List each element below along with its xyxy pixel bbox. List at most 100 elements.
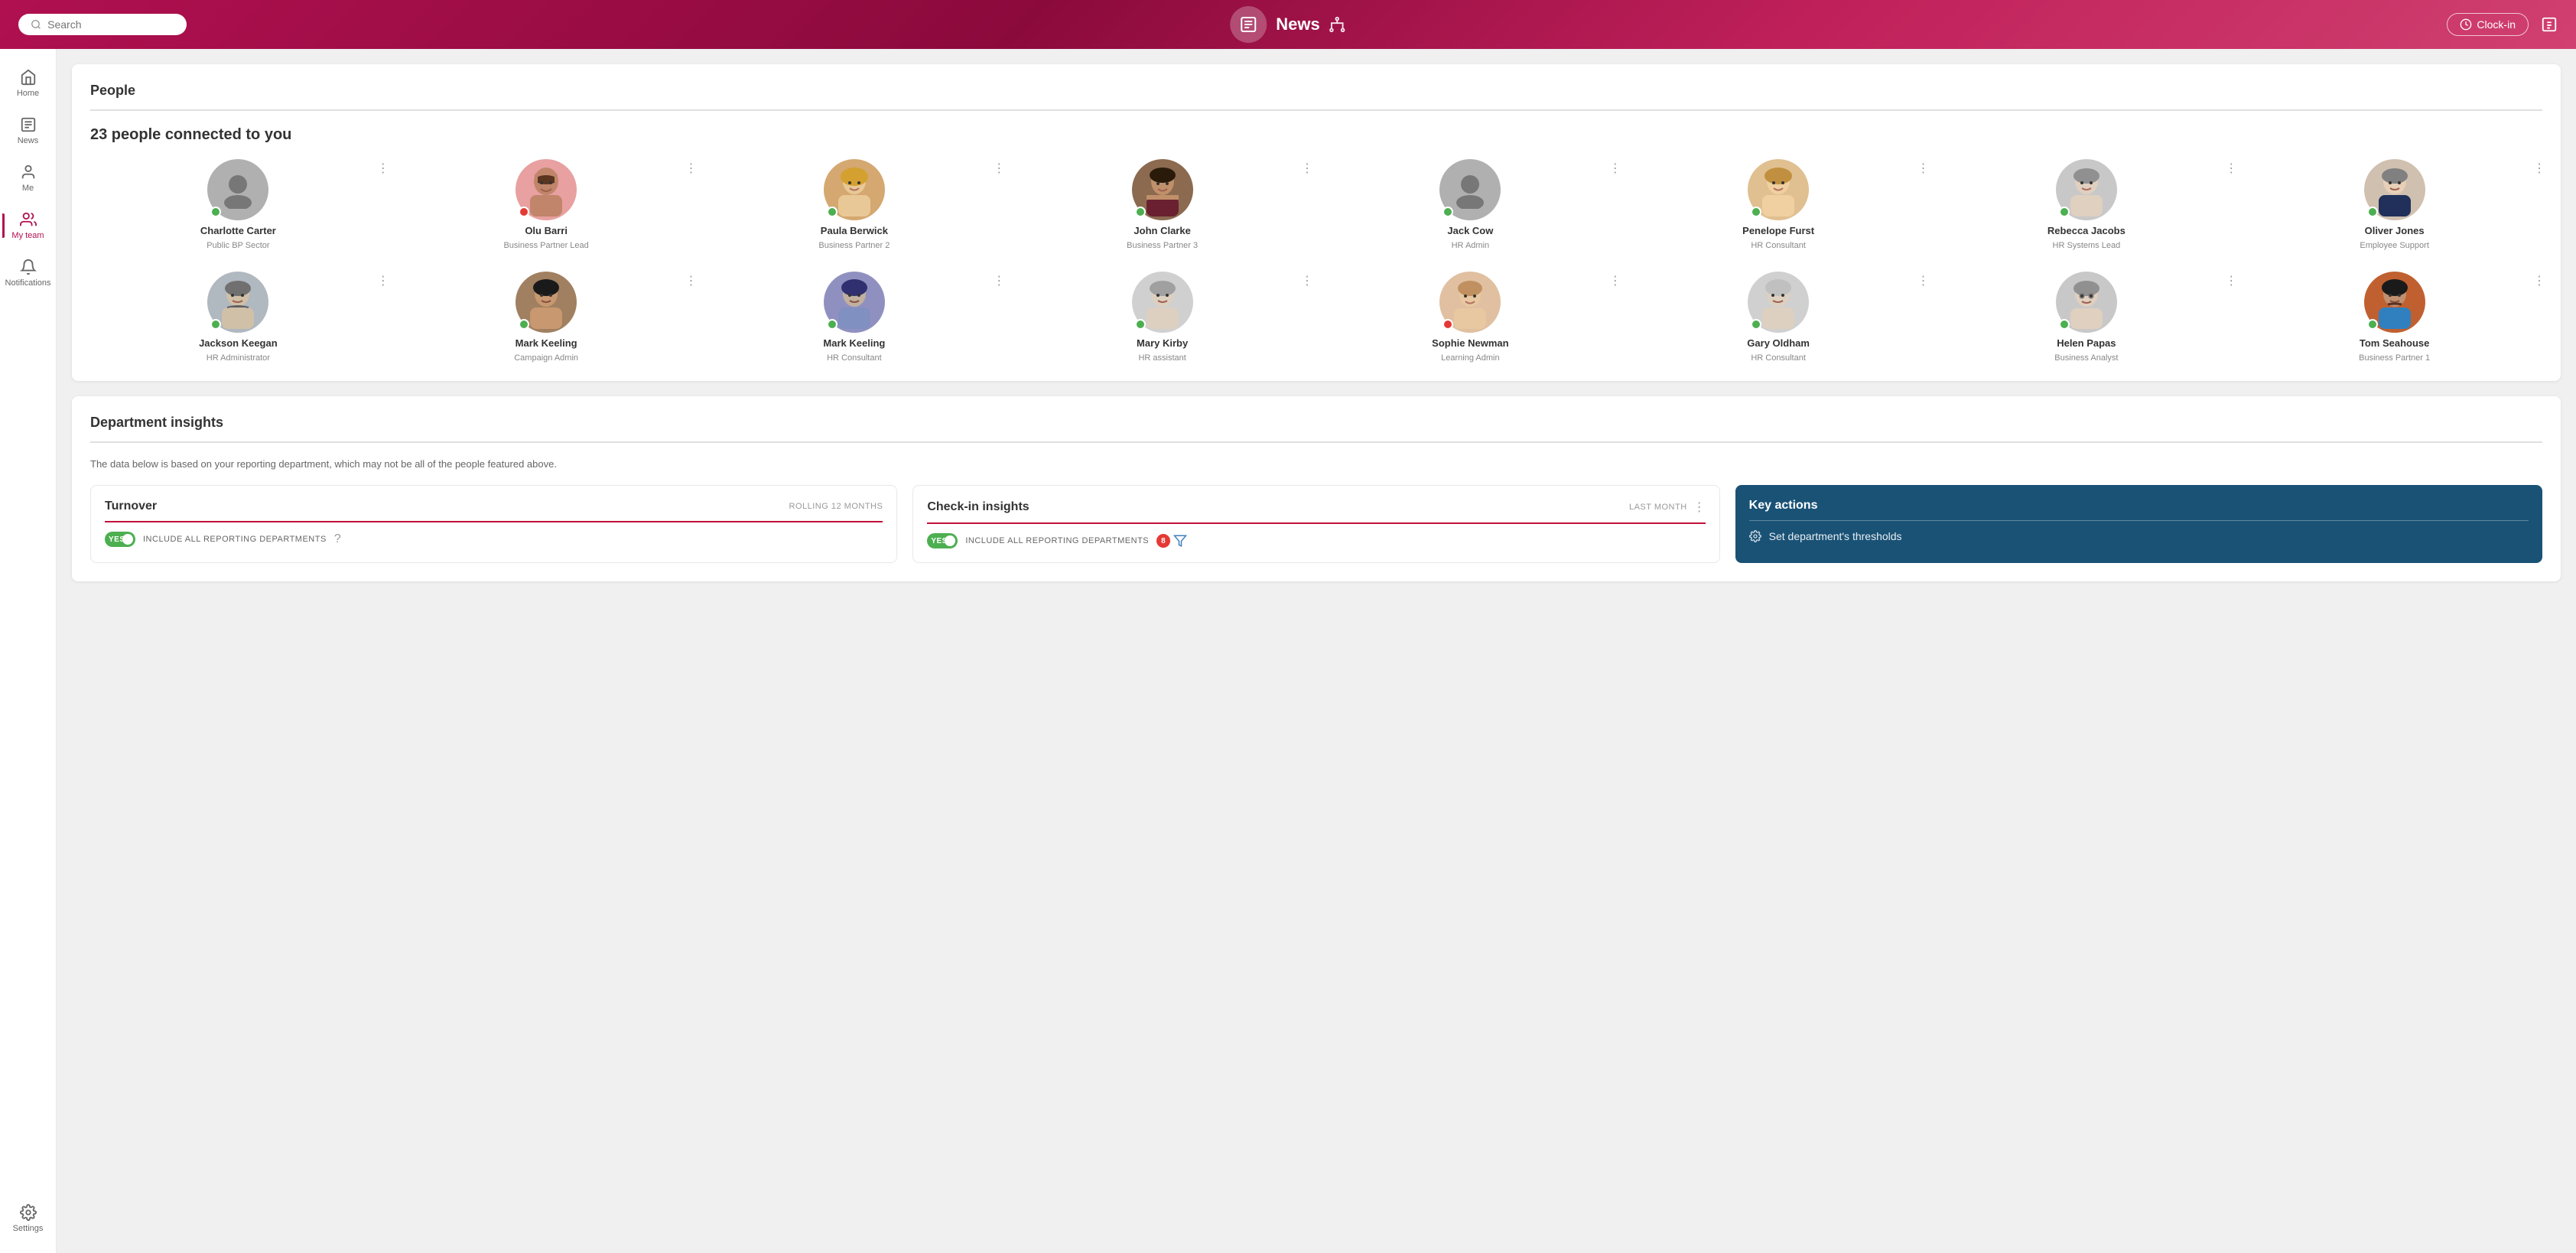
checkin-period: LAST MONTH xyxy=(1629,503,1687,512)
person-menu-button[interactable]: ⋮ xyxy=(1606,159,1625,177)
org-chart-icon[interactable] xyxy=(1329,16,1346,33)
checkin-header: Check-in insights LAST MONTH ⋮ xyxy=(927,500,1705,524)
status-indicator xyxy=(1442,207,1453,217)
team-icon xyxy=(20,211,37,228)
person-name: Oliver Jones xyxy=(2365,225,2425,236)
avatar-photo-icon xyxy=(832,163,877,216)
person-menu-button[interactable]: ⋮ xyxy=(990,272,1008,290)
topbar: News Clock-in xyxy=(0,0,2576,49)
insights-description: The data below is based on your reportin… xyxy=(90,458,2542,470)
person-name: Tom Seahouse xyxy=(2360,337,2430,349)
people-card-title: People xyxy=(90,83,2542,111)
news-icon-circle xyxy=(1230,6,1267,43)
dept-insights-title: Department insights xyxy=(90,415,2542,443)
person-role: Learning Admin xyxy=(1441,353,1499,363)
sidebar-item-home[interactable]: Home xyxy=(2,61,54,106)
turnover-toggle[interactable]: Yes xyxy=(105,532,135,547)
person-menu-button[interactable]: ⋮ xyxy=(1606,272,1625,290)
person-menu-button[interactable]: ⋮ xyxy=(682,272,701,290)
sidebar-me-label: Me xyxy=(22,184,34,193)
person-avatar-wrap xyxy=(2364,159,2425,220)
filter-button[interactable]: 8 xyxy=(1156,534,1187,548)
search-bar[interactable] xyxy=(18,14,187,35)
status-indicator xyxy=(2059,319,2070,330)
gear-icon xyxy=(20,1204,37,1221)
sidebar-item-notifications[interactable]: Notifications xyxy=(2,251,54,295)
status-indicator xyxy=(210,319,221,330)
people-card: People 23 people connected to you ⋮ Cha xyxy=(72,64,2561,381)
avatar-photo-icon xyxy=(216,275,260,329)
checkin-toggle-text: INCLUDE ALL REPORTING DEPARTMENTS xyxy=(965,536,1149,545)
person-menu-button[interactable]: ⋮ xyxy=(374,159,392,177)
person-menu-button[interactable]: ⋮ xyxy=(2222,272,2240,290)
clock-in-label: Clock-in xyxy=(2477,18,2516,31)
person-menu-button[interactable]: ⋮ xyxy=(1914,159,1933,177)
checkin-toggle[interactable]: Yes xyxy=(927,533,958,548)
news-icon xyxy=(1239,15,1257,34)
clock-icon xyxy=(2460,18,2472,31)
sidebar-item-news[interactable]: News xyxy=(2,109,54,153)
person-role: HR Systems Lead xyxy=(2053,241,2121,250)
checkin-menu-icon[interactable]: ⋮ xyxy=(1693,500,1706,515)
key-actions-title: Key actions xyxy=(1749,499,2529,521)
person-menu-button[interactable]: ⋮ xyxy=(682,159,701,177)
person-avatar-wrap xyxy=(824,272,885,333)
main-layout: Home News Me My team Notifications xyxy=(0,49,2576,1253)
sidebar-my-team-label: My team xyxy=(11,231,44,240)
person-avatar-wrap xyxy=(516,159,577,220)
person-avatar-wrap xyxy=(2056,272,2117,333)
person-role: Public BP Sector xyxy=(207,241,269,250)
content-area: People 23 people connected to you ⋮ Cha xyxy=(57,49,2576,1253)
key-action-item[interactable]: Set department's thresholds xyxy=(1749,530,2529,542)
person-role: HR Consultant xyxy=(827,353,882,363)
person-menu-button[interactable]: ⋮ xyxy=(374,272,392,290)
person-menu-button[interactable]: ⋮ xyxy=(990,159,1008,177)
set-thresholds-gear-icon xyxy=(1749,530,1761,542)
person-name: John Clarke xyxy=(1134,225,1190,236)
status-indicator xyxy=(1751,207,1761,217)
turnover-toggle-row: Yes INCLUDE ALL REPORTING DEPARTMENTS ? xyxy=(105,532,883,547)
status-indicator xyxy=(519,207,529,217)
people-subtitle: 23 people connected to you xyxy=(90,126,2542,144)
key-actions-widget: Key actions Set department's thresholds xyxy=(1735,485,2542,563)
person-name: Sophie Newman xyxy=(1432,337,1508,349)
turnover-help-icon[interactable]: ? xyxy=(334,532,341,546)
avatar-photo-icon xyxy=(1448,275,1492,329)
person-card: ⋮ Mark Keeling Campaign Admin xyxy=(398,272,694,363)
search-icon xyxy=(31,18,41,31)
person-role: HR Consultant xyxy=(1751,241,1806,250)
sidebar-item-my-team[interactable]: My team xyxy=(2,203,54,248)
status-indicator xyxy=(1135,319,1146,330)
turnover-widget: Turnover ROLLING 12 MONTHS Yes INCLUDE A… xyxy=(90,485,897,563)
topbar-right: Clock-in xyxy=(2447,13,2558,36)
checkin-toggle-row: Yes INCLUDE ALL REPORTING DEPARTMENTS 8 xyxy=(927,533,1705,548)
avatar-photo-icon xyxy=(2373,275,2417,329)
person-card: ⋮ Charlotte Carter Public BP Sector xyxy=(90,159,386,250)
sidebar-home-label: Home xyxy=(17,89,39,98)
person-role: Business Partner Lead xyxy=(503,241,588,250)
sidebar-item-settings[interactable]: Settings xyxy=(2,1196,54,1241)
person-menu-button[interactable]: ⋮ xyxy=(1914,272,1933,290)
clock-in-button[interactable]: Clock-in xyxy=(2447,13,2529,36)
turnover-header: Turnover ROLLING 12 MONTHS xyxy=(105,500,883,522)
status-indicator xyxy=(2367,207,2378,217)
turnover-toggle-text: INCLUDE ALL REPORTING DEPARTMENTS xyxy=(143,535,327,544)
department-insights-card: Department insights The data below is ba… xyxy=(72,396,2561,581)
person-menu-button[interactable]: ⋮ xyxy=(2530,272,2548,290)
avatar-photo-icon xyxy=(2373,163,2417,216)
person-card: ⋮ Oliver Jones Employee Support xyxy=(2246,159,2542,250)
person-menu-button[interactable]: ⋮ xyxy=(1298,272,1316,290)
person-menu-button[interactable]: ⋮ xyxy=(2222,159,2240,177)
person-menu-button[interactable]: ⋮ xyxy=(1298,159,1316,177)
person-menu-button[interactable]: ⋮ xyxy=(2530,159,2548,177)
person-card: ⋮ Helen Papas Business Analyst xyxy=(1939,272,2235,363)
search-input[interactable] xyxy=(47,18,174,31)
avatar-photo-icon xyxy=(1756,275,1800,329)
sidebar-news-label: News xyxy=(18,136,39,145)
people-grid: ⋮ Charlotte Carter Public BP Sector xyxy=(90,159,2542,363)
status-indicator xyxy=(827,207,838,217)
report-icon[interactable] xyxy=(2541,16,2558,33)
person-name: Jack Cow xyxy=(1447,225,1493,236)
sidebar-item-me[interactable]: Me xyxy=(2,156,54,200)
avatar-silhouette-icon xyxy=(1451,171,1489,209)
